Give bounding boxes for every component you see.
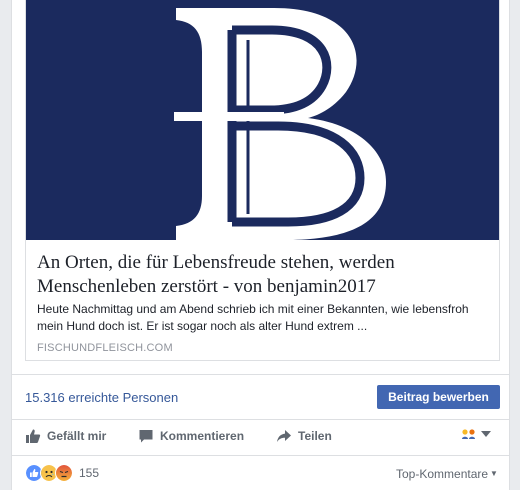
comment-label: Kommentieren bbox=[160, 429, 245, 443]
link-title[interactable]: An Orten, die für Lebensfreude stehen, w… bbox=[37, 251, 492, 299]
like-button[interactable]: Gefällt mir bbox=[25, 420, 106, 452]
share-arrow-icon bbox=[277, 430, 291, 442]
divider bbox=[12, 455, 509, 456]
comment-button[interactable]: Kommentieren bbox=[138, 420, 244, 452]
caret-down-icon: ▼ bbox=[490, 469, 498, 478]
people-reactions-icon bbox=[462, 429, 475, 439]
link-domain: FISCHUNDFLEISCH.COM bbox=[37, 342, 173, 354]
share-button[interactable]: Teilen bbox=[276, 420, 332, 452]
reaction-count[interactable]: 155 bbox=[79, 466, 99, 480]
share-label: Teilen bbox=[298, 429, 332, 443]
reactions-summary[interactable]: 155 bbox=[25, 464, 99, 482]
b-logo-image bbox=[26, 0, 499, 240]
post-actions-bar: Gefällt mir Kommentieren Teilen bbox=[12, 420, 509, 452]
comment-sort-label: Top-Kommentare bbox=[396, 467, 489, 481]
comment-sort-dropdown[interactable]: Top-Kommentare ▼ bbox=[396, 467, 498, 481]
thumbs-up-icon bbox=[26, 429, 41, 443]
reach-count-link[interactable]: 15.316 erreichte Personen bbox=[25, 390, 178, 405]
link-description: Heute Nachmittag und am Abend schrieb ic… bbox=[37, 302, 469, 333]
link-preview[interactable]: An Orten, die für Lebensfreude stehen, w… bbox=[25, 0, 500, 361]
comment-icon bbox=[139, 430, 153, 443]
chevron-down-icon bbox=[481, 431, 491, 437]
divider bbox=[12, 374, 509, 375]
post-card: An Orten, die für Lebensfreude stehen, w… bbox=[11, 0, 510, 490]
angry-reaction-icon bbox=[55, 464, 73, 482]
audience-selector[interactable] bbox=[461, 428, 491, 440]
boost-post-button[interactable]: Beitrag bewerben bbox=[377, 385, 500, 409]
like-label: Gefällt mir bbox=[47, 429, 107, 443]
preview-image[interactable] bbox=[26, 0, 499, 240]
